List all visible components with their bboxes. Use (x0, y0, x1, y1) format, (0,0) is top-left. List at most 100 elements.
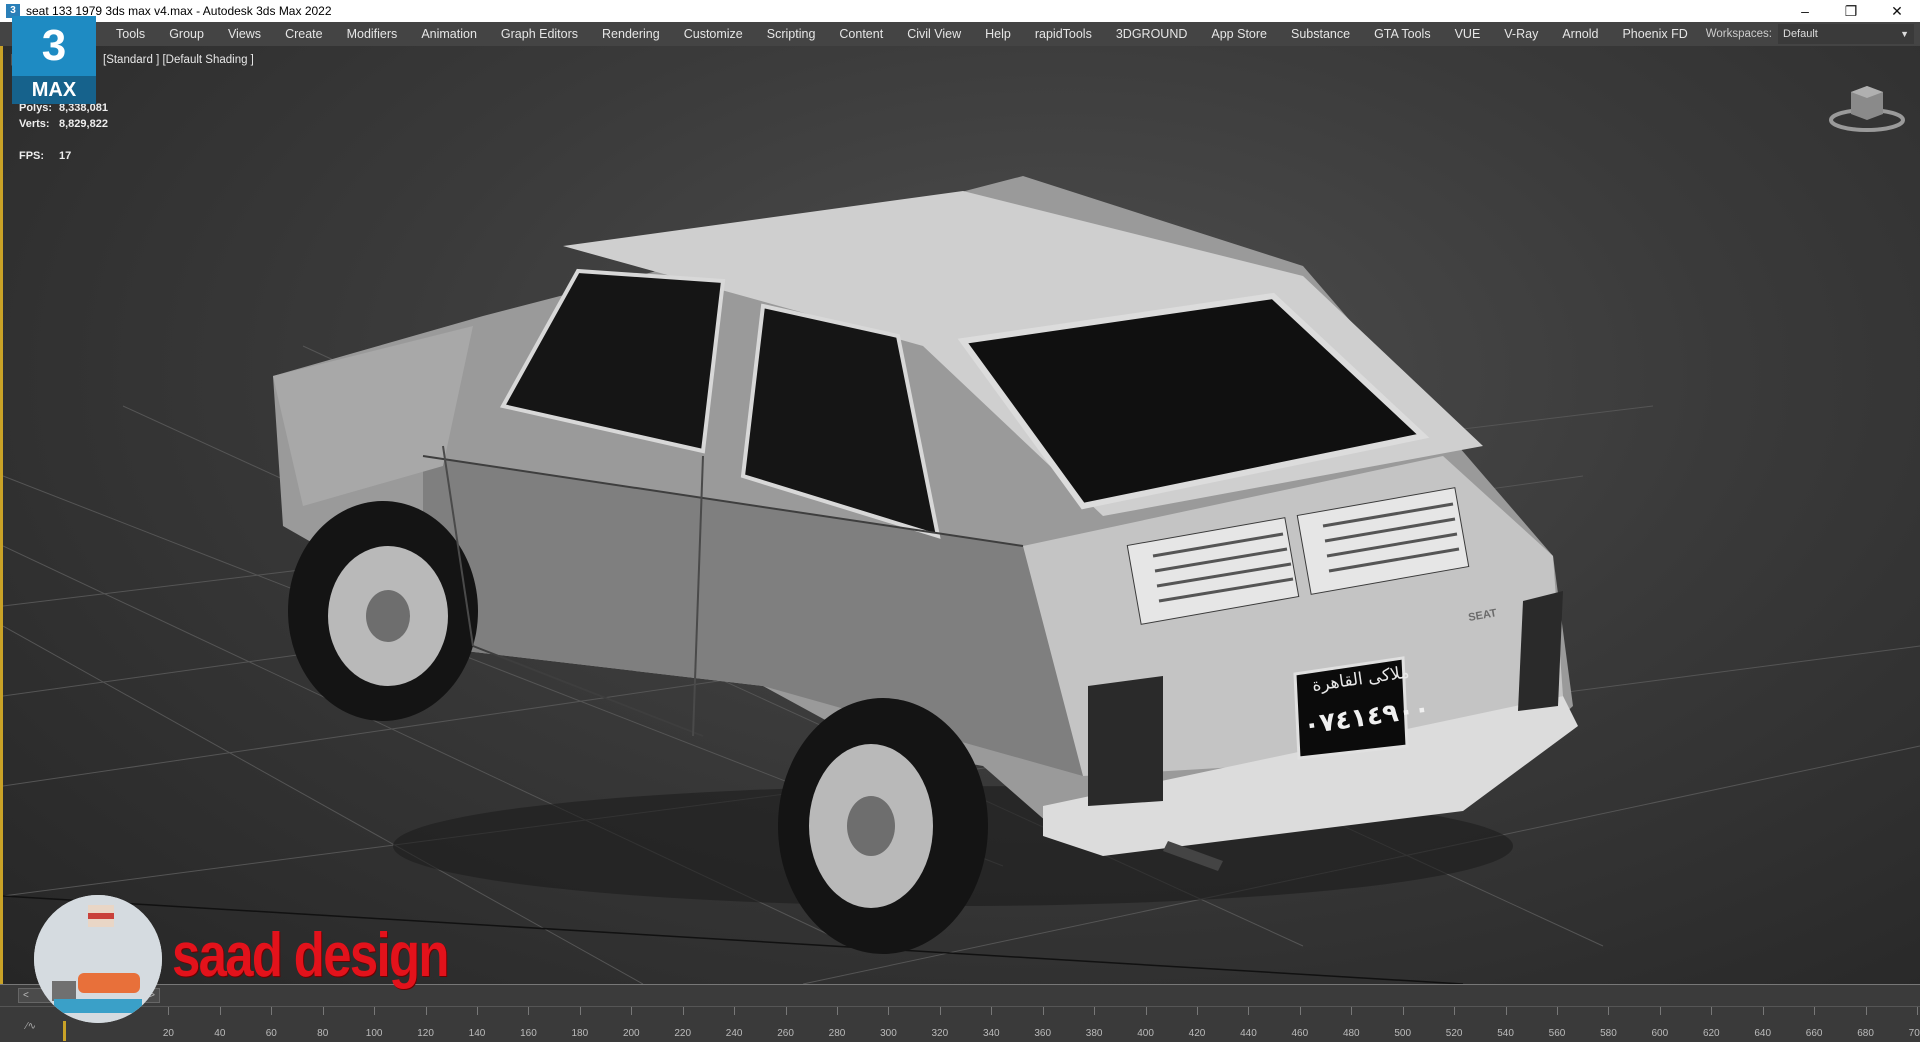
timeline-tick (1299, 1007, 1301, 1015)
3ds-max-logo: 3 MAX (12, 16, 96, 106)
menu-animation[interactable]: Animation (409, 22, 489, 46)
front-wheel (288, 501, 478, 721)
menu-tools[interactable]: Tools (104, 22, 157, 46)
menu-content[interactable]: Content (827, 22, 895, 46)
timeline-tick-label: 660 (1805, 1028, 1823, 1039)
timeline-tick (1762, 1007, 1764, 1015)
timeline-tick (374, 1007, 376, 1015)
timeline-tick-label: 560 (1548, 1028, 1566, 1039)
menu-phoenix-fd[interactable]: Phoenix FD (1610, 22, 1699, 46)
timeline-tick (734, 1007, 736, 1015)
curve-editor-icon[interactable]: ⁄∿ (26, 1021, 36, 1032)
timeline-tick-label: 200 (622, 1028, 640, 1039)
menu-gta-tools[interactable]: GTA Tools (1362, 22, 1443, 46)
menu-3dground[interactable]: 3DGROUND (1104, 22, 1200, 46)
timeline-tick (1351, 1007, 1353, 1015)
menu-help[interactable]: Help (973, 22, 1023, 46)
logo-text: MAX (12, 76, 96, 104)
menu-customize[interactable]: Customize (672, 22, 755, 46)
menu-bar: Tools Group Views Create Modifiers Animation G… (0, 22, 1920, 46)
menu-group[interactable]: Group (157, 22, 216, 46)
menu-views[interactable]: Views (216, 22, 273, 46)
timeline-tick-label: 620 (1702, 1028, 1720, 1039)
menu-graph-editors[interactable]: Graph Editors (489, 22, 590, 46)
timeline-tick-label: 540 (1497, 1028, 1514, 1039)
timeline-tick-label: 220 (674, 1028, 692, 1039)
timeline-tick-label: 140 (468, 1028, 486, 1039)
viewport-scene: SEAT ملاكى القاهرة ٠٧٤١٤٩٠٠ (3, 176, 1920, 984)
timeline-tick (1865, 1007, 1867, 1015)
perspective-viewport[interactable]: [ [Standard ] [Default Shading ] Polys:8… (0, 46, 1920, 984)
timeline-tick (837, 1007, 838, 1015)
timeline-tick-label: 420 (1188, 1028, 1206, 1039)
track-bar[interactable]: ⁄∿ 20 40 60 80 100 120 140 160 180 200 220 240 260 28… (0, 1006, 1920, 1042)
timeline-tick-label: 160 (520, 1028, 537, 1039)
timeline-tick (1248, 1007, 1250, 1015)
timeline-tick-label: 260 (777, 1028, 794, 1039)
timeline-tick-label: 40 (214, 1028, 226, 1039)
timeline-tick-label: 700 (1908, 1028, 1920, 1039)
viewcube-icon[interactable] (1827, 76, 1907, 136)
menu-substance[interactable]: Substance (1279, 22, 1362, 46)
timeline-tick (1557, 1007, 1558, 1015)
timeline-tick (785, 1007, 787, 1015)
timeline-tick (682, 1007, 684, 1015)
timeline-tick-label: 380 (1085, 1028, 1103, 1039)
menu-vue[interactable]: VUE (1443, 22, 1493, 46)
menu-modifiers[interactable]: Modifiers (335, 22, 410, 46)
menu-rendering[interactable]: Rendering (590, 22, 672, 46)
timeline-tick (1917, 1007, 1918, 1015)
timeline-tick (631, 1007, 633, 1015)
timeline-tick-label: 120 (417, 1028, 434, 1039)
car-model (273, 176, 1578, 954)
timeline-tick (1145, 1007, 1147, 1015)
timeline-tick (1711, 1007, 1713, 1015)
timeline-tick-label: 680 (1857, 1028, 1874, 1039)
restore-button[interactable]: ❐ (1828, 0, 1874, 22)
menu-v-ray[interactable]: V-Ray (1492, 22, 1550, 46)
timeline-tick-label: 20 (162, 1028, 174, 1039)
timeline-tick-label: 400 (1137, 1028, 1154, 1039)
menu-arnold[interactable]: Arnold (1550, 22, 1610, 46)
timeline-tick (991, 1007, 993, 1015)
timeline-ruler: 20 40 60 80 100 120 140 160 180 200 220 240 260 280 30… (62, 1007, 1920, 1042)
timeline-tick-label: 280 (828, 1028, 846, 1039)
workspaces-dropdown[interactable]: Default ▼ (1778, 24, 1914, 44)
timeline-tick-label: 600 (1651, 1028, 1669, 1039)
workspaces-value: Default (1783, 28, 1818, 40)
menu-rapidtools[interactable]: rapidTools (1023, 22, 1104, 46)
window-title: seat 133 1979 3ds max v4.max - Autodesk … (26, 4, 332, 18)
timeline-tick-label: 460 (1291, 1028, 1309, 1039)
timeline-tick (425, 1007, 427, 1015)
timeline-tick (1608, 1007, 1610, 1015)
timeline-tick (1505, 1007, 1507, 1015)
watermark-text: saad design (172, 921, 449, 990)
timeline-tick (1402, 1007, 1404, 1015)
minimize-button[interactable]: – (1782, 0, 1828, 22)
timeline-tick (322, 1007, 324, 1015)
logo-number: 3 (12, 16, 96, 76)
timeline-tick-label: 320 (931, 1028, 949, 1039)
timeline-tick-label: 480 (1342, 1028, 1360, 1039)
timeline-tick-label: 340 (982, 1028, 1000, 1039)
timeline-tick (477, 1007, 478, 1015)
timeline-tick (271, 1007, 273, 1015)
timeline-tick (888, 1007, 890, 1015)
timeline-tick-label: 240 (725, 1028, 743, 1039)
menu-app-store[interactable]: App Store (1199, 22, 1279, 46)
menu-create[interactable]: Create (273, 22, 335, 46)
watermark-logo (34, 895, 162, 1023)
close-button[interactable]: ✕ (1874, 0, 1920, 22)
menu-scripting[interactable]: Scripting (755, 22, 828, 46)
timeline-tick (1814, 1007, 1816, 1015)
timeline-tick-label: 580 (1600, 1028, 1617, 1039)
timeline-tick-label: 60 (265, 1028, 277, 1039)
time-slider-prev-button[interactable]: < (23, 990, 29, 1001)
timeline-tick (1042, 1007, 1044, 1015)
title-bar: 3 seat 133 1979 3ds max v4.max - Autodes… (0, 0, 1920, 22)
menu-civil-view[interactable]: Civil View (895, 22, 973, 46)
workspaces-label: Workspaces: (1705, 28, 1772, 40)
timeline-tick (1659, 1007, 1661, 1015)
timeline-tick-label: 500 (1394, 1028, 1412, 1039)
timeline-tick-label: 180 (571, 1028, 589, 1039)
